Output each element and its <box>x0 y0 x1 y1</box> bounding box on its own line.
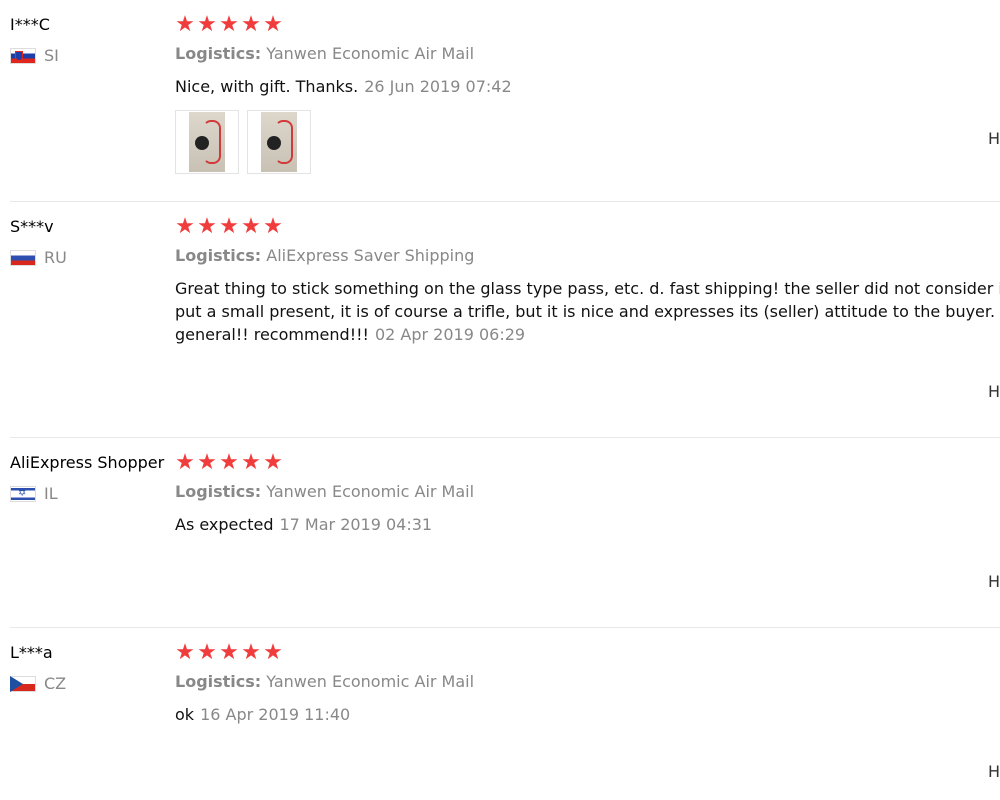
star-icon: ★ <box>197 214 217 239</box>
star-icon: ★ <box>241 450 261 475</box>
country-code: CZ <box>44 674 67 693</box>
review-photo-thumbnail[interactable] <box>247 110 311 174</box>
flag-icon-israel <box>10 486 36 502</box>
review-date: 02 Apr 2019 06:29 <box>374 325 526 344</box>
country-code: IL <box>44 484 58 503</box>
logistics-info: Logistics: Yanwen Economic Air Mail <box>175 44 1000 64</box>
star-icon: ★ <box>263 12 283 37</box>
logistics-info: Logistics: AliExpress Saver Shipping <box>175 246 1000 266</box>
review-content: ★ ★ ★ ★ ★ Logistics: Yanwen Economic Air… <box>175 642 1000 726</box>
review-photo-thumbnail[interactable] <box>175 110 239 174</box>
comment-text-line: Great thing to stick something on the gl… <box>175 279 1000 298</box>
star-icon: ★ <box>263 450 283 475</box>
comment-text: Nice, with gift. Thanks. <box>175 77 359 96</box>
star-icon: ★ <box>263 640 283 665</box>
helpful-link[interactable]: H <box>988 129 1000 149</box>
star-icon: ★ <box>241 640 261 665</box>
star-icon: ★ <box>197 450 217 475</box>
reviewer-name: AliExpress Shopper <box>10 453 165 472</box>
star-rating: ★ ★ ★ ★ ★ <box>175 452 1000 474</box>
reviewer-country: IL <box>10 484 170 504</box>
star-rating: ★ ★ ★ ★ ★ <box>175 642 1000 664</box>
photo-image <box>261 112 297 172</box>
review-content: ★ ★ ★ ★ ★ Logistics: AliExpress Saver Sh… <box>175 216 1000 346</box>
review-comment: Great thing to stick something on the gl… <box>175 277 1000 346</box>
reviewer-name: L***a <box>10 643 53 662</box>
star-icon: ★ <box>241 12 261 37</box>
reviewer-country: SI <box>10 46 170 66</box>
star-icon: ★ <box>219 640 239 665</box>
reviewer-name: S***v <box>10 217 54 236</box>
logistics-label: Logistics: <box>175 246 262 265</box>
logistics-label: Logistics: <box>175 44 262 63</box>
star-icon: ★ <box>241 214 261 239</box>
logistics-method: Yanwen Economic Air Mail <box>266 44 475 63</box>
reviewer-country: RU <box>10 248 170 268</box>
review-date: 26 Jun 2019 07:42 <box>364 77 512 96</box>
review-content: ★ ★ ★ ★ ★ Logistics: Yanwen Economic Air… <box>175 452 1000 536</box>
logistics-method: Yanwen Economic Air Mail <box>266 482 475 501</box>
feedback-list: I***C SI ★ ★ ★ ★ ★ Logistics: Yanwen Eco… <box>0 0 1000 800</box>
comment-text-line: general!! recommend!!! <box>175 325 369 344</box>
reviewer-info: S***v RU <box>10 216 170 268</box>
review-photos <box>175 110 1000 174</box>
flag-icon-czech-republic <box>10 676 36 692</box>
flag-icon-russia <box>10 250 36 266</box>
reviewer-info: I***C SI <box>10 14 170 66</box>
star-icon: ★ <box>197 12 217 37</box>
star-icon: ★ <box>219 214 239 239</box>
logistics-method: AliExpress Saver Shipping <box>266 246 475 265</box>
review-comment: ok 16 Apr 2019 11:40 <box>175 703 1000 726</box>
reviewer-country: CZ <box>10 674 170 694</box>
logistics-info: Logistics: Yanwen Economic Air Mail <box>175 672 1000 692</box>
review-item: I***C SI ★ ★ ★ ★ ★ Logistics: Yanwen Eco… <box>10 0 1000 202</box>
review-item: L***a CZ ★ ★ ★ ★ ★ Logistics: Yanwen Eco… <box>10 628 1000 800</box>
star-icon: ★ <box>175 450 195 475</box>
photo-image <box>189 112 225 172</box>
review-date: 16 Apr 2019 11:40 <box>200 705 351 724</box>
comment-text: As expected <box>175 515 274 534</box>
reviewer-info: L***a CZ <box>10 642 170 694</box>
star-icon: ★ <box>175 640 195 665</box>
star-icon: ★ <box>175 214 195 239</box>
review-item: AliExpress Shopper IL ★ ★ ★ ★ ★ Logistic… <box>10 438 1000 628</box>
reviewer-info: AliExpress Shopper IL <box>10 452 170 504</box>
comment-text: ok <box>175 705 195 724</box>
helpful-link[interactable]: H <box>988 382 1000 402</box>
star-icon: ★ <box>175 12 195 37</box>
star-icon: ★ <box>219 12 239 37</box>
reviewer-name: I***C <box>10 15 50 34</box>
logistics-label: Logistics: <box>175 482 262 501</box>
country-code: SI <box>44 46 59 65</box>
helpful-link[interactable]: H <box>988 572 1000 592</box>
flag-icon-slovenia <box>10 48 36 64</box>
star-icon: ★ <box>219 450 239 475</box>
review-comment: Nice, with gift. Thanks. 26 Jun 2019 07:4… <box>175 75 1000 98</box>
star-icon: ★ <box>263 214 283 239</box>
review-date: 17 Mar 2019 04:31 <box>279 515 433 534</box>
star-rating: ★ ★ ★ ★ ★ <box>175 216 1000 238</box>
star-icon: ★ <box>197 640 217 665</box>
country-code: RU <box>44 248 67 267</box>
logistics-info: Logistics: Yanwen Economic Air Mail <box>175 482 1000 502</box>
logistics-label: Logistics: <box>175 672 262 691</box>
review-item: S***v RU ★ ★ ★ ★ ★ Logistics: AliExpress… <box>10 202 1000 438</box>
star-rating: ★ ★ ★ ★ ★ <box>175 14 1000 36</box>
logistics-method: Yanwen Economic Air Mail <box>266 672 475 691</box>
helpful-link[interactable]: H <box>988 762 1000 782</box>
review-comment: As expected 17 Mar 2019 04:31 <box>175 513 1000 536</box>
comment-text-line: put a small present, it is of course a t… <box>175 302 1000 321</box>
review-content: ★ ★ ★ ★ ★ Logistics: Yanwen Economic Air… <box>175 14 1000 174</box>
